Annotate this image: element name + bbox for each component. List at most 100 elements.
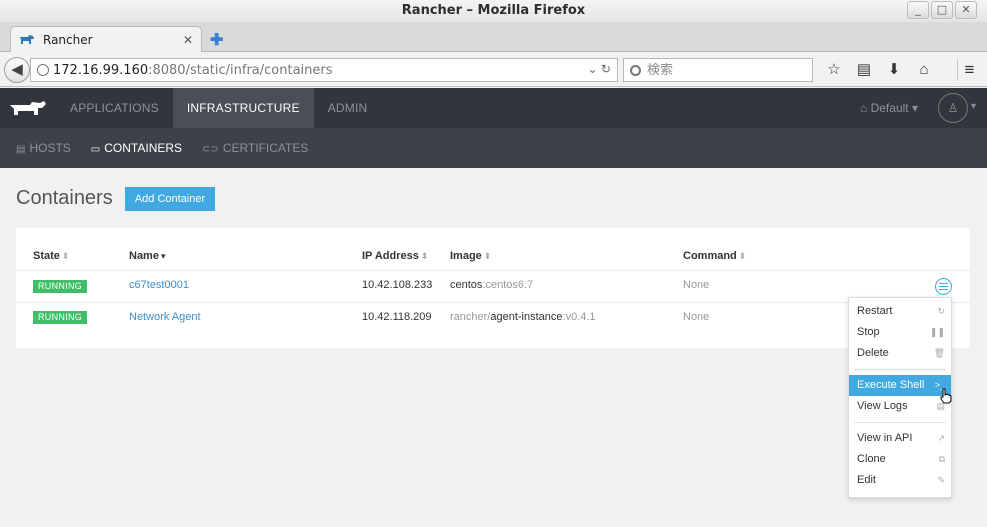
row-divider bbox=[16, 302, 970, 303]
bookmark-star-icon[interactable]: ☆ bbox=[822, 59, 846, 81]
menu-item-edit[interactable]: Edit ✎ bbox=[849, 470, 951, 491]
nav-admin[interactable]: ADMIN bbox=[314, 88, 382, 128]
containers-icon: ▭ bbox=[90, 144, 101, 155]
url-bar[interactable]: 172.16.99.160:8080/static/infra/containe… bbox=[30, 58, 618, 82]
rancher-logo-icon[interactable] bbox=[10, 100, 46, 116]
sort-desc-icon: ▾ bbox=[160, 251, 166, 261]
certificate-icon: ⊂⊃ bbox=[202, 144, 219, 155]
hosts-icon: ▤ bbox=[16, 144, 26, 155]
download-icon[interactable]: ⬇ bbox=[882, 59, 906, 81]
row-actions-dropdown: Restart ↻ Stop ❚❚ Delete 🗑 Execute Shell >_ … bbox=[848, 297, 952, 498]
hamburger-menu-icon[interactable]: ≡ bbox=[957, 59, 981, 81]
home-icon: ⌂ bbox=[860, 101, 868, 115]
status-badge: RUNNING bbox=[33, 280, 88, 293]
column-header-image-label: Image bbox=[450, 250, 482, 262]
image-name: rancher/agent-instance:v0.4.1 bbox=[450, 311, 596, 323]
column-header-image[interactable]: Image ⬍ bbox=[450, 250, 491, 262]
restart-icon: ↻ bbox=[937, 306, 945, 316]
new-tab-icon[interactable]: ✚ bbox=[210, 30, 223, 50]
row-divider bbox=[16, 270, 970, 271]
status-badge: RUNNING bbox=[33, 311, 88, 324]
environment-switcher[interactable]: ⌂ Default ▾ bbox=[860, 101, 918, 115]
browser-tab[interactable]: Rancher ✕ bbox=[10, 26, 202, 53]
menu-item-label: Execute Shell bbox=[857, 379, 925, 391]
rancher-favicon-icon bbox=[20, 35, 34, 44]
tab-close-icon[interactable]: ✕ bbox=[183, 33, 193, 47]
sort-icon: ⬍ bbox=[61, 251, 70, 261]
container-name-link[interactable]: Network Agent bbox=[129, 311, 201, 323]
image-sub: agent-instance bbox=[490, 311, 563, 323]
row-actions-menu-icon[interactable] bbox=[935, 278, 952, 295]
pause-icon: ❚❚ bbox=[929, 327, 945, 337]
menu-item-execute-shell[interactable]: Execute Shell >_ bbox=[849, 375, 951, 396]
window-title: Rancher – Mozilla Firefox bbox=[401, 3, 586, 18]
container-name-link[interactable]: c67test0001 bbox=[129, 279, 189, 291]
subnav-certificates[interactable]: ⊂⊃ CERTIFICATES bbox=[192, 128, 318, 168]
add-container-button[interactable]: Add Container bbox=[125, 187, 215, 211]
containers-table: State ⬍ Name ▾ IP Address ⬍ Image ⬍ Command ⬍… bbox=[16, 228, 970, 348]
url-path: :8080/static/infra/containers bbox=[148, 62, 333, 78]
menu-item-label: Delete bbox=[857, 347, 889, 359]
globe-icon bbox=[37, 64, 49, 76]
nav-infrastructure[interactable]: INFRASTRUCTURE bbox=[172, 88, 314, 128]
menu-item-delete[interactable]: Delete 🗑 bbox=[849, 343, 951, 364]
subnav-containers-label: CONTAINERS bbox=[104, 141, 183, 155]
back-arrow-icon[interactable]: ◀ bbox=[4, 57, 30, 83]
image-tag: :centos6.7 bbox=[482, 279, 534, 291]
minimize-icon[interactable]: _ bbox=[907, 1, 929, 19]
column-header-ip[interactable]: IP Address ⬍ bbox=[362, 250, 428, 262]
user-avatar-icon[interactable]: ♙ bbox=[938, 93, 968, 123]
reading-list-icon[interactable]: ▤ bbox=[852, 59, 876, 81]
environment-name: Default bbox=[870, 101, 909, 115]
menu-item-label: Edit bbox=[857, 474, 876, 486]
menu-item-view-logs[interactable]: View Logs ▤ bbox=[849, 396, 951, 417]
external-link-icon: ↗ bbox=[937, 433, 945, 443]
sort-icon: ⬍ bbox=[420, 251, 429, 261]
subnav-hosts[interactable]: ▤ HOSTS bbox=[6, 128, 81, 168]
image-repo: rancher/ bbox=[450, 311, 491, 323]
column-header-command[interactable]: Command ⬍ bbox=[683, 250, 746, 262]
caret-down-icon[interactable]: ▾ bbox=[971, 101, 976, 112]
tab-title: Rancher bbox=[43, 33, 93, 47]
image-name: centos:centos6.7 bbox=[450, 279, 533, 291]
url-host: 172.16.99.160 bbox=[53, 62, 149, 78]
maximize-icon[interactable]: □ bbox=[931, 1, 953, 19]
image-repo: centos bbox=[450, 279, 483, 291]
browser-toolbar: ☆ ▤ ⬇ ⌂ bbox=[822, 59, 936, 81]
search-bar[interactable] bbox=[623, 58, 813, 82]
sort-icon: ⬍ bbox=[483, 251, 492, 261]
main-nav: APPLICATIONS INFRASTRUCTURE ADMIN bbox=[56, 88, 381, 128]
menu-item-view-in-api[interactable]: View in API ↗ bbox=[849, 428, 951, 449]
command-value: None bbox=[683, 279, 710, 291]
image-tag: :v0.4.1 bbox=[562, 311, 596, 323]
nav-applications[interactable]: APPLICATIONS bbox=[56, 88, 173, 128]
pencil-icon: ✎ bbox=[937, 475, 945, 485]
menu-item-restart[interactable]: Restart ↻ bbox=[849, 301, 951, 322]
subnav-containers[interactable]: ▭ CONTAINERS bbox=[81, 128, 192, 168]
page-title: Containers bbox=[16, 187, 113, 209]
column-header-name-label: Name bbox=[129, 250, 159, 262]
home-icon[interactable]: ⌂ bbox=[912, 59, 936, 81]
menu-item-label: View Logs bbox=[857, 400, 908, 412]
column-header-state-label: State bbox=[33, 250, 60, 262]
column-header-state[interactable]: State ⬍ bbox=[33, 250, 69, 262]
app-header: APPLICATIONS INFRASTRUCTURE ADMIN ⌂ Defa… bbox=[0, 88, 987, 128]
menu-divider bbox=[853, 369, 947, 370]
caret-down-icon: ▾ bbox=[911, 101, 918, 115]
menu-item-label: Restart bbox=[857, 305, 893, 317]
search-icon bbox=[630, 64, 641, 76]
menu-item-stop[interactable]: Stop ❚❚ bbox=[849, 322, 951, 343]
reload-icon[interactable]: ⌄ ↻ bbox=[588, 62, 611, 76]
column-header-ip-label: IP Address bbox=[362, 250, 419, 262]
close-icon[interactable]: ✕ bbox=[955, 1, 977, 19]
subnav-hosts-label: HOSTS bbox=[29, 141, 71, 155]
search-input[interactable] bbox=[647, 62, 807, 78]
ip-address: 10.42.108.233 bbox=[362, 279, 433, 291]
column-header-name[interactable]: Name ▾ bbox=[129, 250, 166, 262]
sort-icon: ⬍ bbox=[738, 251, 747, 261]
window-controls: _ □ ✕ bbox=[907, 1, 977, 19]
menu-item-label: View in API bbox=[857, 432, 913, 444]
menu-divider bbox=[853, 422, 947, 423]
menu-item-clone[interactable]: Clone ⧉ bbox=[849, 449, 951, 470]
window-titlebar: Rancher – Mozilla Firefox _ □ ✕ bbox=[0, 0, 987, 22]
